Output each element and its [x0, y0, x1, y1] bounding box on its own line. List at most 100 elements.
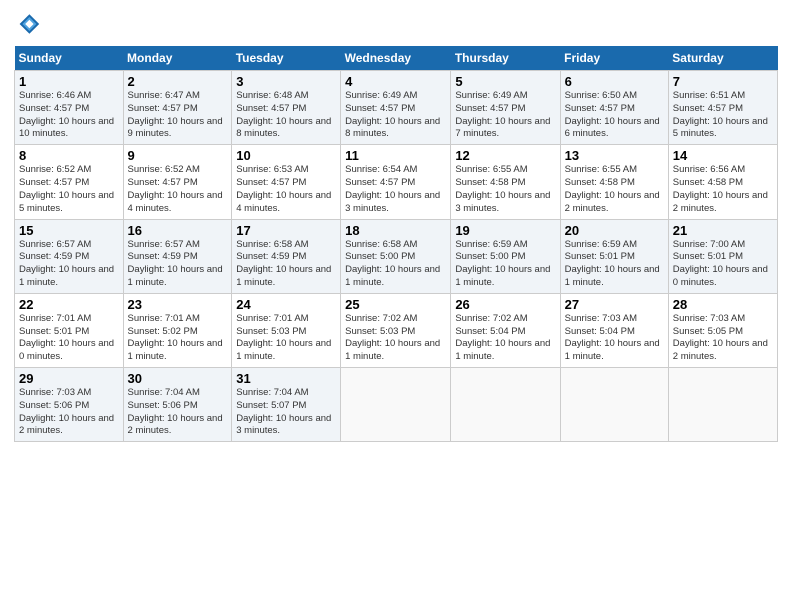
day-number: 27	[565, 297, 664, 312]
calendar-cell: 28Sunrise: 7:03 AM Sunset: 5:05 PM Dayli…	[668, 293, 777, 367]
day-number: 25	[345, 297, 446, 312]
calendar-cell: 27Sunrise: 7:03 AM Sunset: 5:04 PM Dayli…	[560, 293, 668, 367]
day-info: Sunrise: 7:03 AM Sunset: 5:04 PM Dayligh…	[565, 313, 664, 364]
calendar-cell: 8Sunrise: 6:52 AM Sunset: 4:57 PM Daylig…	[15, 145, 124, 219]
calendar-cell	[341, 368, 451, 442]
calendar-cell: 1Sunrise: 6:46 AM Sunset: 4:57 PM Daylig…	[15, 71, 124, 145]
day-info: Sunrise: 6:49 AM Sunset: 4:57 PM Dayligh…	[455, 90, 555, 141]
day-number: 16	[128, 223, 228, 238]
day-info: Sunrise: 6:58 AM Sunset: 4:59 PM Dayligh…	[236, 239, 336, 290]
day-number: 12	[455, 148, 555, 163]
calendar-week-1: 1Sunrise: 6:46 AM Sunset: 4:57 PM Daylig…	[15, 71, 778, 145]
day-number: 26	[455, 297, 555, 312]
day-info: Sunrise: 7:04 AM Sunset: 5:06 PM Dayligh…	[128, 387, 228, 438]
day-number: 1	[19, 74, 119, 89]
calendar-cell: 9Sunrise: 6:52 AM Sunset: 4:57 PM Daylig…	[123, 145, 232, 219]
day-info: Sunrise: 6:56 AM Sunset: 4:58 PM Dayligh…	[673, 164, 773, 215]
day-info: Sunrise: 6:59 AM Sunset: 5:00 PM Dayligh…	[455, 239, 555, 290]
day-number: 13	[565, 148, 664, 163]
day-info: Sunrise: 7:01 AM Sunset: 5:01 PM Dayligh…	[19, 313, 119, 364]
calendar-week-4: 22Sunrise: 7:01 AM Sunset: 5:01 PM Dayli…	[15, 293, 778, 367]
calendar-week-2: 8Sunrise: 6:52 AM Sunset: 4:57 PM Daylig…	[15, 145, 778, 219]
day-number: 19	[455, 223, 555, 238]
calendar-cell: 14Sunrise: 6:56 AM Sunset: 4:58 PM Dayli…	[668, 145, 777, 219]
logo-icon	[14, 10, 42, 38]
calendar-cell: 19Sunrise: 6:59 AM Sunset: 5:00 PM Dayli…	[451, 219, 560, 293]
calendar-cell: 15Sunrise: 6:57 AM Sunset: 4:59 PM Dayli…	[15, 219, 124, 293]
day-number: 20	[565, 223, 664, 238]
calendar-cell: 6Sunrise: 6:50 AM Sunset: 4:57 PM Daylig…	[560, 71, 668, 145]
day-info: Sunrise: 6:54 AM Sunset: 4:57 PM Dayligh…	[345, 164, 446, 215]
day-info: Sunrise: 7:00 AM Sunset: 5:01 PM Dayligh…	[673, 239, 773, 290]
weekday-header-monday: Monday	[123, 46, 232, 71]
day-number: 30	[128, 371, 228, 386]
day-number: 5	[455, 74, 555, 89]
calendar-cell: 24Sunrise: 7:01 AM Sunset: 5:03 PM Dayli…	[232, 293, 341, 367]
day-info: Sunrise: 6:59 AM Sunset: 5:01 PM Dayligh…	[565, 239, 664, 290]
calendar-week-5: 29Sunrise: 7:03 AM Sunset: 5:06 PM Dayli…	[15, 368, 778, 442]
day-number: 8	[19, 148, 119, 163]
weekday-header-sunday: Sunday	[15, 46, 124, 71]
day-number: 14	[673, 148, 773, 163]
day-number: 9	[128, 148, 228, 163]
calendar-cell: 29Sunrise: 7:03 AM Sunset: 5:06 PM Dayli…	[15, 368, 124, 442]
calendar-cell: 26Sunrise: 7:02 AM Sunset: 5:04 PM Dayli…	[451, 293, 560, 367]
day-info: Sunrise: 6:55 AM Sunset: 4:58 PM Dayligh…	[565, 164, 664, 215]
calendar-cell: 23Sunrise: 7:01 AM Sunset: 5:02 PM Dayli…	[123, 293, 232, 367]
logo	[14, 10, 44, 38]
header	[14, 10, 778, 38]
day-info: Sunrise: 6:49 AM Sunset: 4:57 PM Dayligh…	[345, 90, 446, 141]
calendar-cell: 4Sunrise: 6:49 AM Sunset: 4:57 PM Daylig…	[341, 71, 451, 145]
day-number: 15	[19, 223, 119, 238]
calendar-cell	[668, 368, 777, 442]
day-number: 31	[236, 371, 336, 386]
calendar-cell: 3Sunrise: 6:48 AM Sunset: 4:57 PM Daylig…	[232, 71, 341, 145]
calendar-cell: 18Sunrise: 6:58 AM Sunset: 5:00 PM Dayli…	[341, 219, 451, 293]
calendar-cell: 12Sunrise: 6:55 AM Sunset: 4:58 PM Dayli…	[451, 145, 560, 219]
calendar-cell: 13Sunrise: 6:55 AM Sunset: 4:58 PM Dayli…	[560, 145, 668, 219]
weekday-header-saturday: Saturday	[668, 46, 777, 71]
day-number: 17	[236, 223, 336, 238]
calendar-cell: 21Sunrise: 7:00 AM Sunset: 5:01 PM Dayli…	[668, 219, 777, 293]
calendar-cell: 7Sunrise: 6:51 AM Sunset: 4:57 PM Daylig…	[668, 71, 777, 145]
calendar-cell	[560, 368, 668, 442]
calendar-cell: 11Sunrise: 6:54 AM Sunset: 4:57 PM Dayli…	[341, 145, 451, 219]
day-info: Sunrise: 7:03 AM Sunset: 5:05 PM Dayligh…	[673, 313, 773, 364]
day-info: Sunrise: 6:47 AM Sunset: 4:57 PM Dayligh…	[128, 90, 228, 141]
day-info: Sunrise: 7:01 AM Sunset: 5:02 PM Dayligh…	[128, 313, 228, 364]
calendar-cell	[451, 368, 560, 442]
calendar-cell: 10Sunrise: 6:53 AM Sunset: 4:57 PM Dayli…	[232, 145, 341, 219]
day-number: 10	[236, 148, 336, 163]
day-number: 4	[345, 74, 446, 89]
calendar-cell: 2Sunrise: 6:47 AM Sunset: 4:57 PM Daylig…	[123, 71, 232, 145]
day-info: Sunrise: 6:46 AM Sunset: 4:57 PM Dayligh…	[19, 90, 119, 141]
calendar-cell: 30Sunrise: 7:04 AM Sunset: 5:06 PM Dayli…	[123, 368, 232, 442]
day-number: 2	[128, 74, 228, 89]
day-info: Sunrise: 7:03 AM Sunset: 5:06 PM Dayligh…	[19, 387, 119, 438]
weekday-header-tuesday: Tuesday	[232, 46, 341, 71]
day-number: 6	[565, 74, 664, 89]
day-info: Sunrise: 6:57 AM Sunset: 4:59 PM Dayligh…	[19, 239, 119, 290]
day-info: Sunrise: 7:02 AM Sunset: 5:03 PM Dayligh…	[345, 313, 446, 364]
day-info: Sunrise: 6:50 AM Sunset: 4:57 PM Dayligh…	[565, 90, 664, 141]
day-info: Sunrise: 7:01 AM Sunset: 5:03 PM Dayligh…	[236, 313, 336, 364]
calendar-week-3: 15Sunrise: 6:57 AM Sunset: 4:59 PM Dayli…	[15, 219, 778, 293]
day-number: 11	[345, 148, 446, 163]
calendar-cell: 17Sunrise: 6:58 AM Sunset: 4:59 PM Dayli…	[232, 219, 341, 293]
day-number: 7	[673, 74, 773, 89]
day-number: 24	[236, 297, 336, 312]
day-number: 22	[19, 297, 119, 312]
day-number: 3	[236, 74, 336, 89]
weekday-header-wednesday: Wednesday	[341, 46, 451, 71]
day-info: Sunrise: 6:48 AM Sunset: 4:57 PM Dayligh…	[236, 90, 336, 141]
day-number: 21	[673, 223, 773, 238]
calendar-cell: 16Sunrise: 6:57 AM Sunset: 4:59 PM Dayli…	[123, 219, 232, 293]
day-number: 23	[128, 297, 228, 312]
calendar-cell: 31Sunrise: 7:04 AM Sunset: 5:07 PM Dayli…	[232, 368, 341, 442]
day-number: 28	[673, 297, 773, 312]
page: SundayMondayTuesdayWednesdayThursdayFrid…	[0, 0, 792, 452]
day-info: Sunrise: 6:57 AM Sunset: 4:59 PM Dayligh…	[128, 239, 228, 290]
weekday-header-row: SundayMondayTuesdayWednesdayThursdayFrid…	[15, 46, 778, 71]
calendar-cell: 25Sunrise: 7:02 AM Sunset: 5:03 PM Dayli…	[341, 293, 451, 367]
calendar-table: SundayMondayTuesdayWednesdayThursdayFrid…	[14, 46, 778, 442]
